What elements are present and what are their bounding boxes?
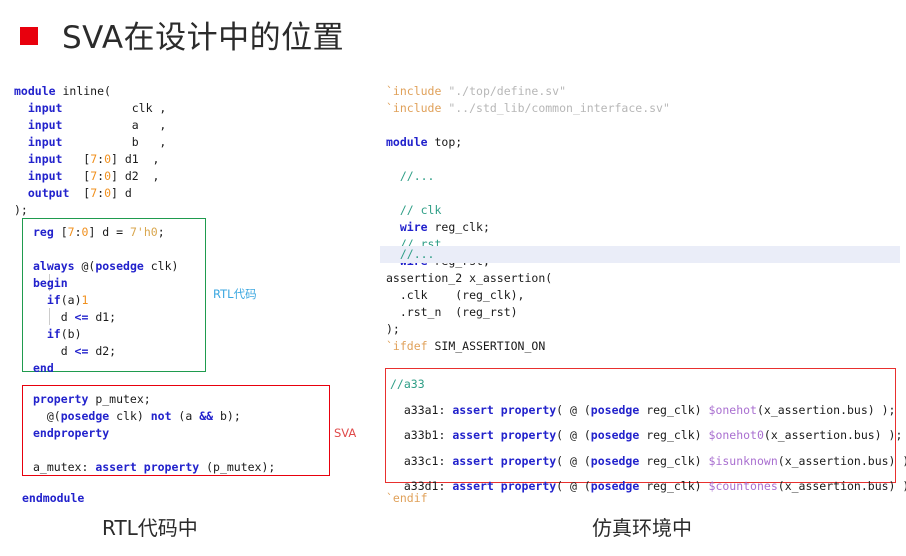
left-code-panel: module inline( input clk , input a , inp… bbox=[0, 78, 370, 508]
endif-code: `endif bbox=[386, 491, 428, 505]
bullet-square-icon bbox=[20, 27, 38, 45]
page-title: SVA在设计中的位置 bbox=[62, 20, 345, 56]
highlighted-code-row bbox=[380, 246, 900, 263]
module-declaration-code: module inline( input clk , input a , inp… bbox=[14, 84, 167, 217]
right-code-panel: `include "./top/define.sv" `include "../… bbox=[380, 78, 906, 508]
assertion-list-text: //a33 a33a1: assert property( @ (posedge… bbox=[390, 377, 906, 493]
caption-rtl: RTL代码中 bbox=[102, 516, 198, 540]
sva-code-box: property p_mutex; @(posedge clk) not (a … bbox=[22, 385, 330, 476]
assertion-instance-code: assertion_2 x_assertion( .clk (reg_clk),… bbox=[386, 271, 553, 353]
sva-annotation-label: SVA bbox=[334, 426, 357, 440]
highlighted-code-text: //... bbox=[386, 247, 435, 261]
rtl-annotation-label: RTL代码 bbox=[213, 287, 257, 301]
endmodule-code: endmodule bbox=[22, 491, 85, 505]
top-module-code: `include "./top/define.sv" `include "../… bbox=[386, 84, 670, 268]
assertion-list-box: //a33 a33a1: assert property( @ (posedge… bbox=[385, 368, 906, 493]
rtl-code-text: reg [7:0] d = 7'h0; always @(posedge clk… bbox=[33, 225, 179, 375]
sva-code-text: property p_mutex; @(posedge clk) not (a … bbox=[33, 392, 276, 474]
slide-title-bar: SVA在设计中的位置 bbox=[0, 8, 906, 60]
caption-sim: 仿真环境中 bbox=[592, 516, 692, 540]
rtl-code-box: reg [7:0] d = 7'h0; always @(posedge clk… bbox=[22, 218, 206, 375]
